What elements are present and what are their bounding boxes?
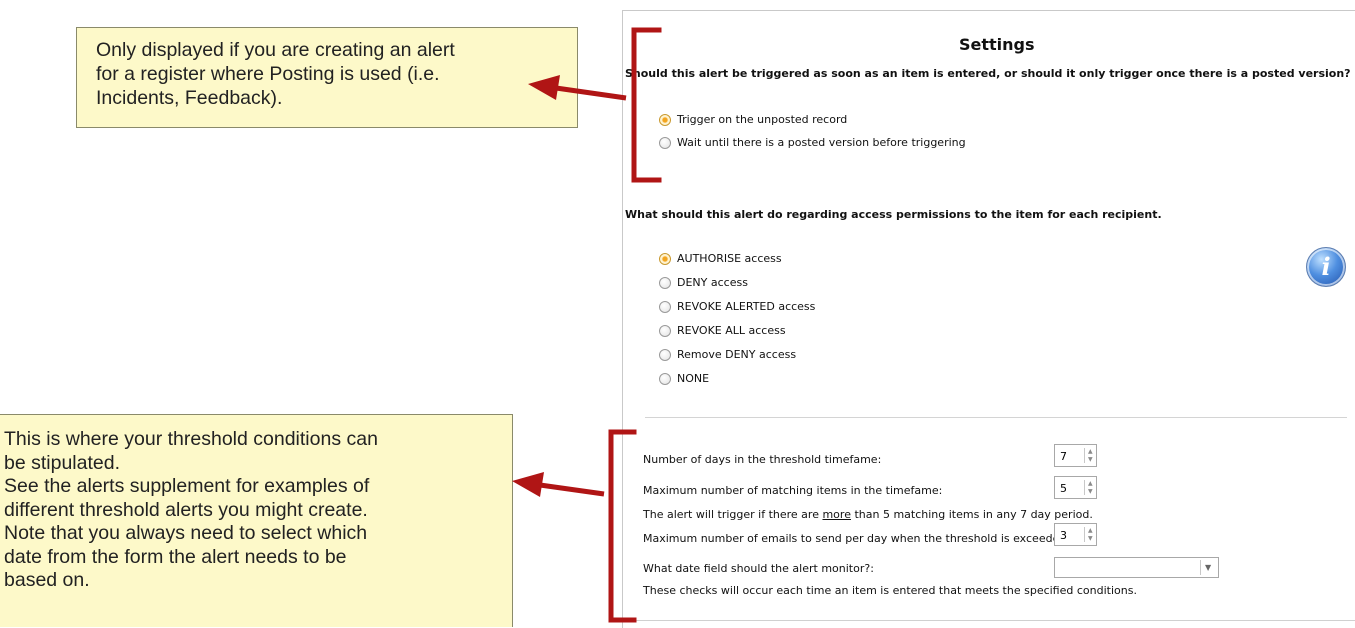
- radio-label-none[interactable]: NONE: [677, 372, 709, 385]
- callout-line: date from the form the alert needs to be: [4, 545, 347, 568]
- radio-wait-posted[interactable]: [659, 137, 671, 149]
- settings-title: Settings: [959, 35, 1035, 54]
- radio-revoke-alerted-access[interactable]: [659, 301, 671, 313]
- threshold-footer-note: These checks will occur each time an ite…: [643, 584, 1137, 597]
- max-emails-value[interactable]: 3: [1060, 529, 1067, 542]
- annotation-callout-posting: Only displayed if you are creating an al…: [76, 27, 578, 128]
- stepper-up-icon[interactable]: ▲: [1088, 481, 1093, 487]
- arrow-bottom: [512, 472, 605, 497]
- callout-line: This is where your threshold conditions …: [4, 428, 378, 450]
- stepper-down-icon[interactable]: ▼: [1088, 536, 1093, 542]
- date-field-label: What date field should the alert monitor…: [643, 562, 874, 575]
- max-items-value[interactable]: 5: [1060, 482, 1067, 495]
- radio-authorise-access[interactable]: [659, 253, 671, 265]
- radio-revoke-all-access[interactable]: [659, 325, 671, 337]
- threshold-days-label: Number of days in the threshold timefame…: [643, 453, 882, 466]
- radio-label-authorise-access[interactable]: AUTHORISE access: [677, 252, 782, 265]
- callout-line: different threshold alerts you might cre…: [4, 498, 368, 521]
- stepper-up-icon[interactable]: ▲: [1088, 449, 1093, 455]
- annotation-callout-threshold: This is where your threshold conditions …: [0, 414, 513, 627]
- callout-line: Note that you always need to select whic…: [4, 522, 368, 544]
- threshold-days-stepper[interactable]: 7 ▲ ▼: [1054, 444, 1097, 467]
- threshold-summary: The alert will trigger if there are more…: [643, 508, 1093, 521]
- radio-label-wait-posted[interactable]: Wait until there is a posted version bef…: [677, 136, 966, 149]
- stepper-down-icon[interactable]: ▼: [1088, 457, 1093, 463]
- callout-line: Only displayed if you are creating an al…: [96, 39, 455, 61]
- max-emails-label: Maximum number of emails to send per day…: [643, 532, 1071, 545]
- callout-line: for a register where Posting is used (i.…: [96, 63, 440, 85]
- summary-suffix: than 5 matching items in any 7 day perio…: [850, 508, 1093, 521]
- callout-line: Incidents, Feedback).: [96, 87, 283, 109]
- stepper-down-icon[interactable]: ▼: [1088, 489, 1093, 495]
- chevron-down-icon[interactable]: ▼: [1205, 563, 1211, 572]
- summary-prefix: The alert will trigger if there are: [643, 508, 823, 521]
- radio-deny-access[interactable]: [659, 277, 671, 289]
- radio-label-revoke-alerted-access[interactable]: REVOKE ALERTED access: [677, 300, 815, 313]
- date-field-select[interactable]: ▼: [1054, 557, 1219, 578]
- radio-label-remove-deny-access[interactable]: Remove DENY access: [677, 348, 796, 361]
- callout-line: be stipulated.: [4, 451, 121, 474]
- radio-none[interactable]: [659, 373, 671, 385]
- max-items-label: Maximum number of matching items in the …: [643, 484, 943, 497]
- section-divider: [645, 417, 1347, 418]
- radio-label-trigger-unposted[interactable]: Trigger on the unposted record: [677, 113, 847, 126]
- radio-label-revoke-all-access[interactable]: REVOKE ALL access: [677, 324, 786, 337]
- max-items-stepper[interactable]: 5 ▲ ▼: [1054, 476, 1097, 499]
- threshold-days-value[interactable]: 7: [1060, 450, 1067, 463]
- panel-border: [622, 620, 1355, 621]
- callout-line: based on.: [4, 569, 90, 591]
- radio-remove-deny-access[interactable]: [659, 349, 671, 361]
- access-question: What should this alert do regarding acce…: [625, 208, 1162, 221]
- radio-trigger-unposted[interactable]: [659, 114, 671, 126]
- stepper-up-icon[interactable]: ▲: [1088, 528, 1093, 534]
- info-icon[interactable]: i: [1306, 247, 1346, 287]
- max-emails-stepper[interactable]: 3 ▲ ▼: [1054, 523, 1097, 546]
- callout-line: See the alerts supplement for examples o…: [4, 475, 370, 497]
- summary-emphasis: more: [822, 508, 851, 521]
- radio-label-deny-access[interactable]: DENY access: [677, 276, 748, 289]
- posting-question: Should this alert be triggered as soon a…: [625, 67, 1351, 80]
